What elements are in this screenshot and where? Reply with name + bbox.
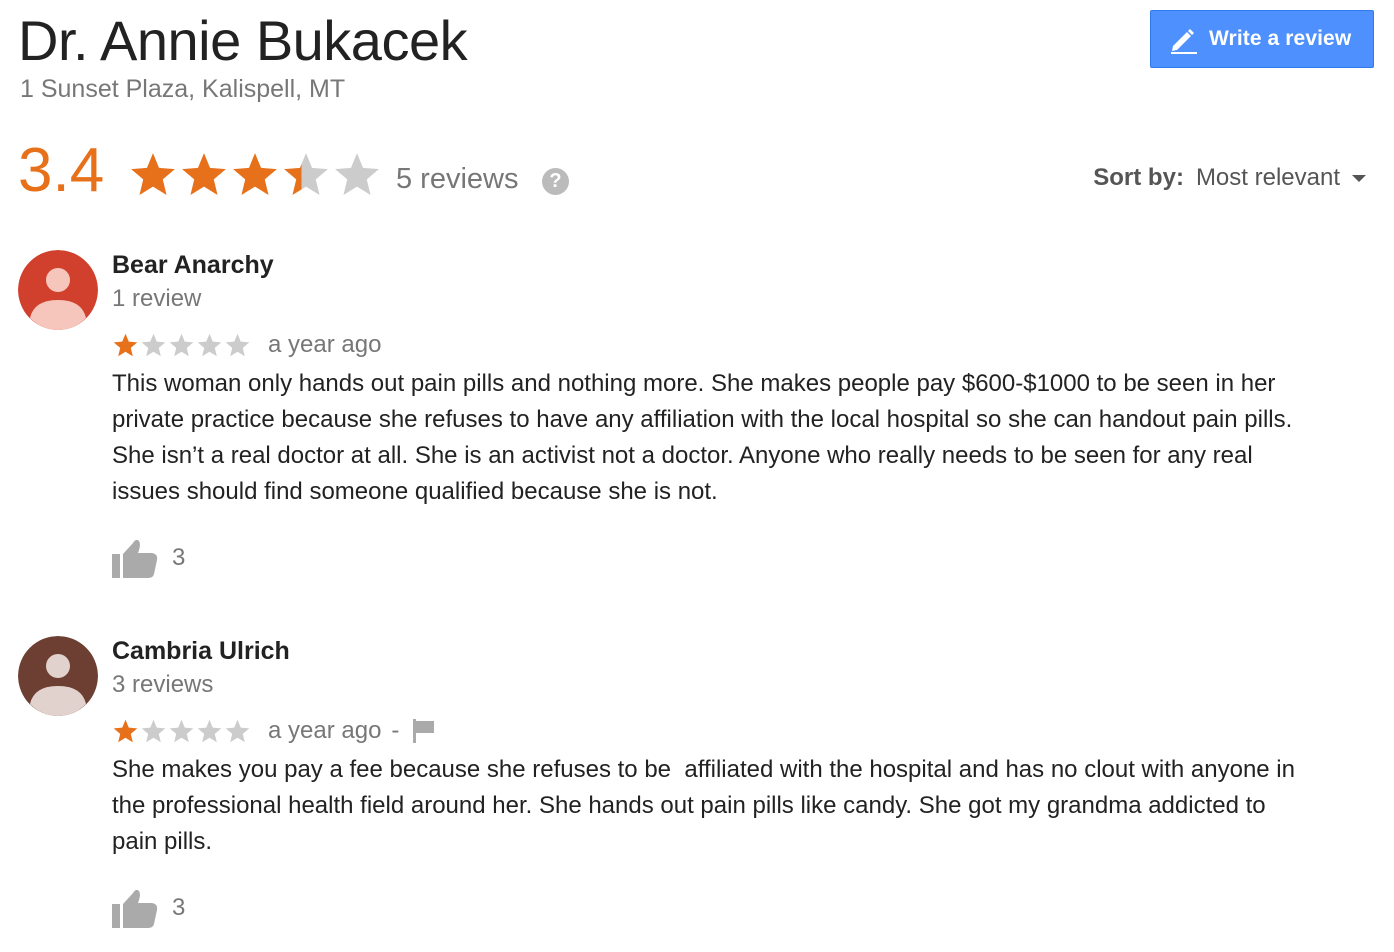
thumbs-up-icon[interactable] xyxy=(112,888,158,928)
helpful-row: 3 xyxy=(112,538,1312,578)
review-author[interactable]: Bear Anarchy xyxy=(112,250,1312,280)
page-title: Dr. Annie Bukacek xyxy=(18,9,468,72)
star-empty-icon xyxy=(141,333,166,356)
review-time: a year ago xyxy=(268,717,382,744)
doctor-address: 1 Sunset Plaza, Kalispell, MT xyxy=(20,75,346,103)
star-filled-icon xyxy=(182,153,226,195)
help-icon[interactable]: ? xyxy=(542,168,569,195)
star-empty-icon xyxy=(197,719,222,742)
write-review-label: Write a review xyxy=(1209,27,1352,50)
author-review-count: 1 review xyxy=(112,285,202,312)
author-review-count: 3 reviews xyxy=(112,671,214,698)
star-empty-icon xyxy=(197,333,222,356)
avatar[interactable] xyxy=(18,250,98,330)
sort-label: Sort by: xyxy=(1093,164,1184,191)
rating-summary: 3.4 5 reviews ? Sort by: Most relevant xyxy=(18,136,1378,206)
avatar[interactable] xyxy=(18,636,98,716)
pencil-icon xyxy=(1171,29,1197,54)
star-half-icon xyxy=(284,153,328,195)
helpful-row: 3 xyxy=(112,888,1312,928)
review-text: This woman only hands out pain pills and… xyxy=(112,370,1299,505)
person-icon xyxy=(18,250,98,330)
review-count[interactable]: 5 reviews xyxy=(396,162,519,196)
review-text: She makes you pay a fee because she refu… xyxy=(112,756,1302,855)
review-stars xyxy=(112,332,252,359)
star-empty-icon xyxy=(141,719,166,742)
average-rating: 3.4 xyxy=(18,136,105,205)
person-icon xyxy=(18,636,98,716)
star-filled-icon xyxy=(113,719,138,742)
review-stars xyxy=(112,718,252,745)
star-filled-icon xyxy=(113,333,138,356)
average-rating-stars xyxy=(128,150,383,200)
thumbs-up-icon[interactable] xyxy=(112,538,158,578)
star-filled-icon xyxy=(131,153,175,195)
review-time: a year ago xyxy=(268,331,382,358)
star-empty-icon xyxy=(169,333,194,356)
review-meta: a year ago xyxy=(112,330,1312,360)
star-empty-icon xyxy=(225,333,250,356)
star-empty-icon xyxy=(335,153,379,195)
helpful-count: 3 xyxy=(172,894,186,921)
helpful-count: 3 xyxy=(172,544,186,571)
star-empty-icon xyxy=(169,719,194,742)
star-filled-icon xyxy=(233,153,277,195)
review-body: Bear Anarchy 1 review a year ago This wo… xyxy=(112,250,1312,578)
review-meta: a year ago - xyxy=(112,716,1312,746)
write-review-button[interactable]: Write a review xyxy=(1150,10,1374,68)
review-body: Cambria Ulrich 3 reviews a year ago - Sh… xyxy=(112,636,1312,928)
sort-dropdown[interactable]: Sort by: Most relevant xyxy=(1093,164,1366,192)
star-empty-icon xyxy=(225,719,250,742)
flag-icon[interactable] xyxy=(413,719,435,743)
sort-value: Most relevant xyxy=(1195,164,1340,191)
meta-separator: - xyxy=(391,717,400,744)
review-author[interactable]: Cambria Ulrich xyxy=(112,636,1312,666)
chevron-down-icon xyxy=(1352,174,1366,182)
